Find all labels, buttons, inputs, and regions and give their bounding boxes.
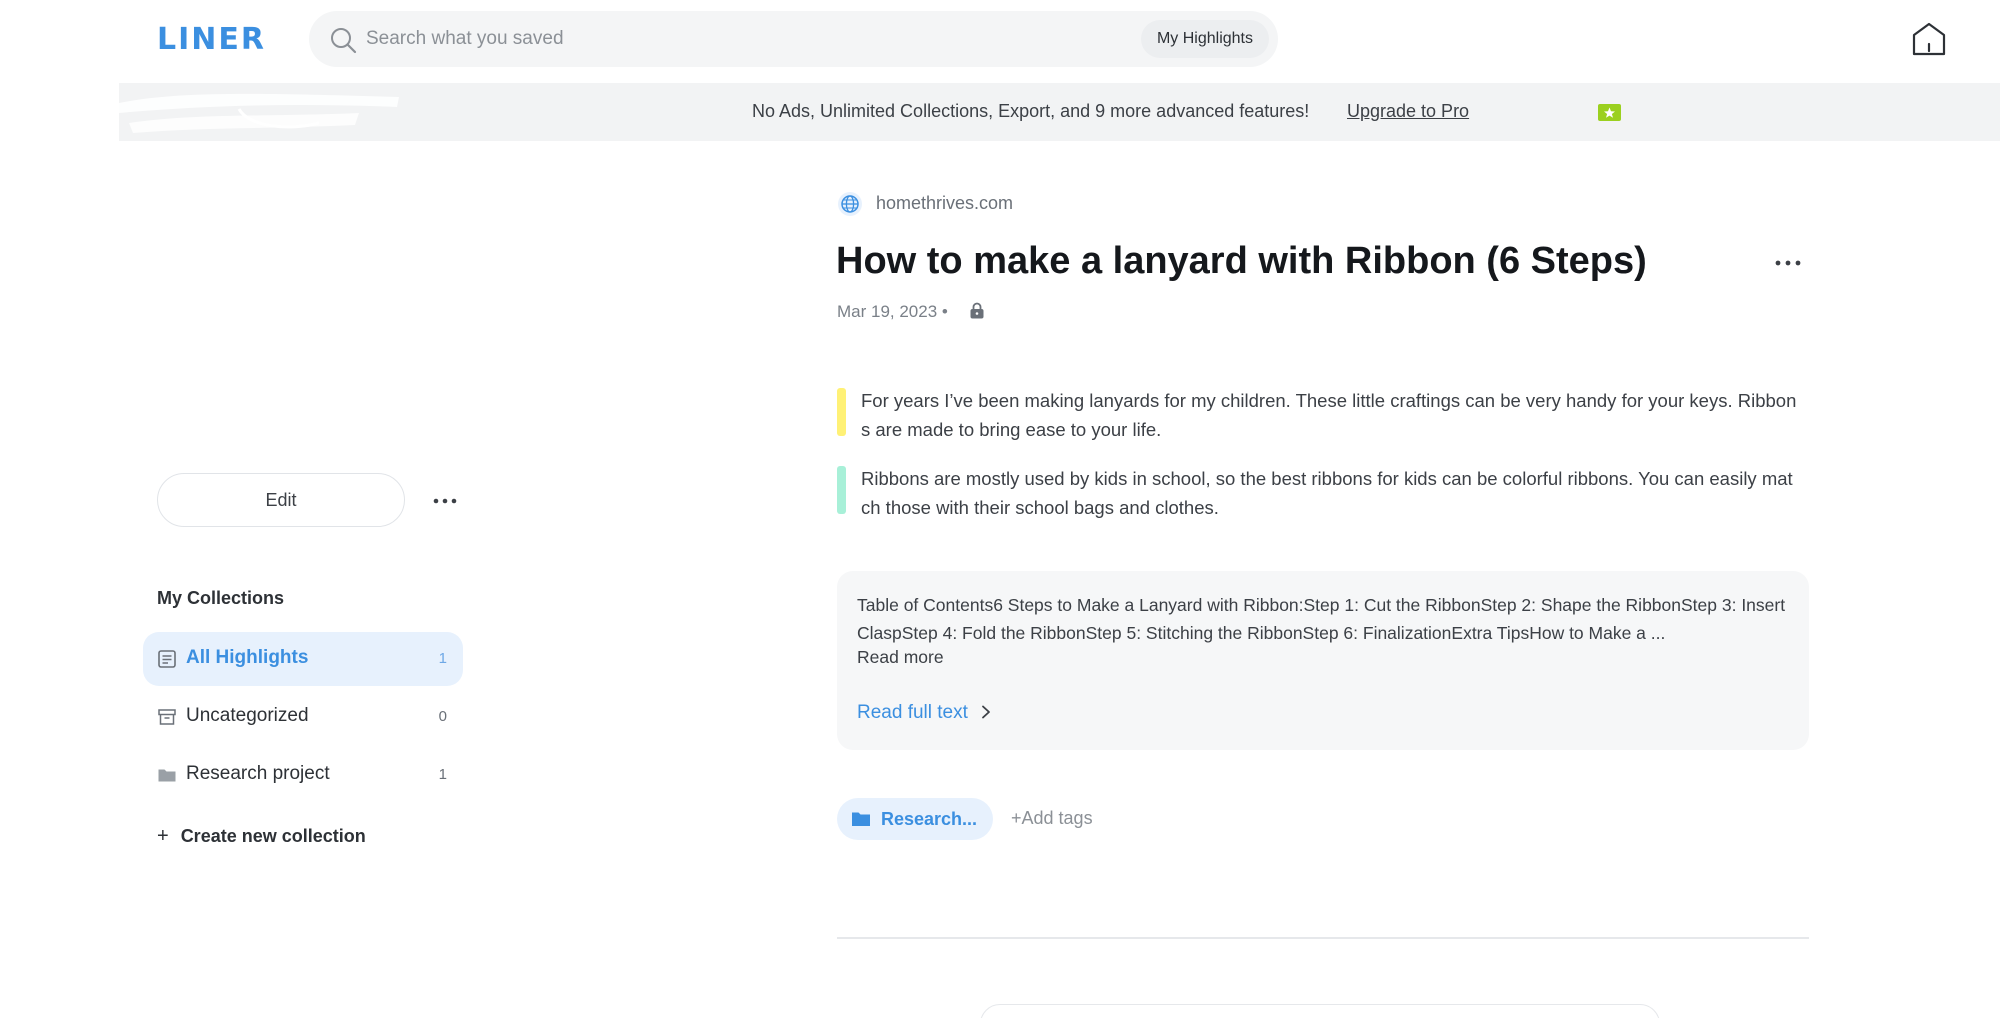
- highlight-text: Ribbons are mostly used by kids in schoo…: [861, 468, 1793, 518]
- more-options-icon[interactable]: [1772, 248, 1804, 278]
- collection-item-all-highlights[interactable]: All Highlights 1: [143, 632, 463, 686]
- list-icon: [158, 650, 176, 668]
- promo-text: No Ads, Unlimited Collections, Export, a…: [752, 101, 1310, 121]
- liner-logo[interactable]: LINER: [157, 22, 266, 57]
- collection-count: 0: [438, 708, 447, 725]
- ticket-icon[interactable]: [1598, 104, 1621, 121]
- highlight-text: For years I’ve been making lanyards for …: [861, 390, 1797, 440]
- lock-icon[interactable]: [969, 302, 985, 319]
- read-full-text-label: Read full text: [857, 702, 968, 723]
- plus-icon: +: [157, 825, 169, 847]
- search-bar[interactable]: My Highlights: [309, 11, 1278, 67]
- page: LINER My Highlights No Ads, Unlimited Co…: [0, 0, 2000, 1018]
- tag-label: Research...: [881, 809, 978, 829]
- collection-item-research-project[interactable]: Research project 1: [143, 748, 463, 802]
- globe-icon: [838, 192, 862, 216]
- read-full-text-link[interactable]: Read full text: [857, 702, 991, 724]
- article-title[interactable]: How to make a lanyard with Ribbon (6 Ste…: [836, 240, 1647, 283]
- folder-icon: [158, 769, 176, 782]
- comment-box[interactable]: [980, 1004, 1660, 1018]
- collection-label: Research project: [186, 763, 330, 784]
- create-collection-label: Create new collection: [180, 826, 366, 846]
- search-filter-chip[interactable]: My Highlights: [1140, 20, 1269, 58]
- add-tags-button[interactable]: +Add tags: [1011, 808, 1093, 829]
- collection-label: Uncategorized: [186, 705, 309, 726]
- highlight-color-bar: [837, 466, 846, 514]
- collection-label: All Highlights: [186, 647, 309, 668]
- collection-item-uncategorized[interactable]: Uncategorized 0: [143, 690, 463, 744]
- promo-banner: No Ads, Unlimited Collections, Export, a…: [119, 83, 2000, 141]
- edit-profile-button[interactable]: Edit: [157, 473, 405, 527]
- collection-tag-chip[interactable]: Research...: [837, 798, 993, 840]
- collection-count: 1: [438, 766, 447, 783]
- divider: [837, 937, 1809, 939]
- upgrade-to-pro-link[interactable]: Upgrade to Pro: [1347, 101, 1469, 122]
- home-icon[interactable]: [1910, 20, 1948, 58]
- meta-separator: •: [941, 302, 948, 321]
- create-collection-button[interactable]: + Create new collection: [157, 825, 366, 848]
- article-meta: Mar 19, 2023 •: [837, 302, 985, 322]
- more-options-icon[interactable]: [430, 486, 460, 516]
- top-bar: LINER My Highlights: [0, 0, 2000, 78]
- brush-decoration: [119, 93, 399, 133]
- article-preview-card: Table of Contents6 Steps to Make a Lanya…: [837, 571, 1809, 750]
- archive-box-icon: [158, 709, 176, 725]
- collections-heading: My Collections: [157, 588, 285, 608]
- source-domain: homethrives.com: [876, 193, 1014, 213]
- highlight-color-bar: [837, 388, 846, 436]
- saved-date: Mar 19, 2023: [837, 302, 938, 321]
- read-more-link[interactable]: Read more: [857, 647, 944, 668]
- collection-count: 1: [438, 650, 447, 667]
- article-preview-text: Table of Contents6 Steps to Make a Lanya…: [857, 595, 1786, 643]
- chevron-right-icon: [982, 705, 991, 719]
- folder-icon: [852, 812, 870, 826]
- search-input[interactable]: [366, 19, 926, 59]
- search-icon: [331, 28, 357, 54]
